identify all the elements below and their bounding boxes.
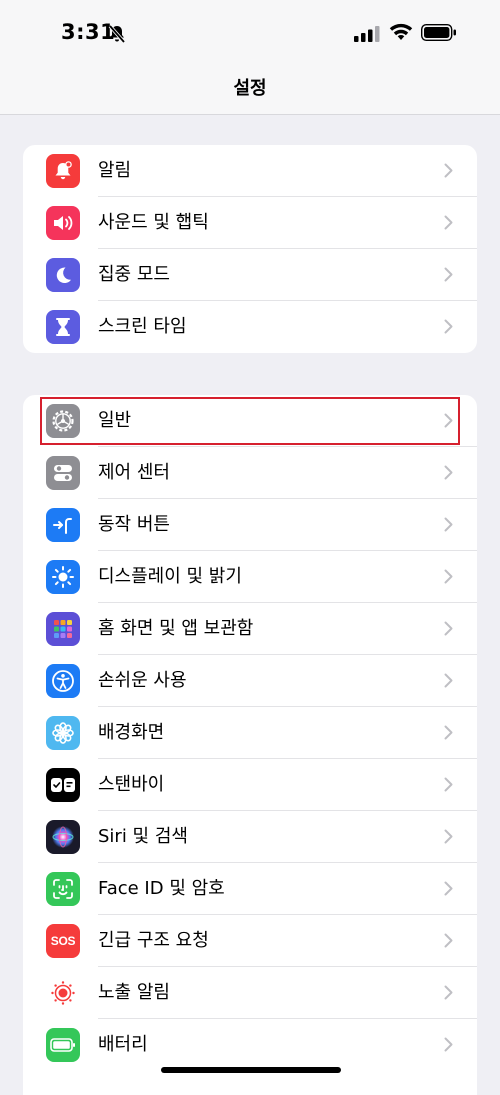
battery-status-icon bbox=[421, 24, 456, 41]
settings-group-notifications: 알림 사운드 및 햅틱 집중 모드 스크린 타임 bbox=[23, 145, 477, 353]
settings-row-accessibility[interactable]: 손쉬운 사용 bbox=[23, 655, 477, 707]
settings-row-wallpaper[interactable]: 배경화면 bbox=[23, 707, 477, 759]
settings-row-label: 일반 bbox=[98, 410, 132, 431]
settings-row-label: 스탠바이 bbox=[98, 774, 165, 795]
settings-row-label: 손쉬운 사용 bbox=[98, 670, 187, 691]
hourglass-icon bbox=[46, 310, 80, 344]
face-id-icon bbox=[46, 872, 80, 906]
flower-icon bbox=[46, 716, 80, 750]
settings-row-label: 동작 버튼 bbox=[98, 514, 170, 535]
settings-row-sounds[interactable]: 사운드 및 햅틱 bbox=[23, 197, 477, 249]
chevron-right-icon bbox=[444, 673, 453, 688]
settings-row-display[interactable]: 디스플레이 및 밝기 bbox=[23, 551, 477, 603]
chevron-right-icon bbox=[444, 163, 453, 178]
standby-icon bbox=[46, 768, 80, 802]
switches-icon bbox=[46, 456, 80, 490]
page-title: 설정 bbox=[233, 78, 267, 99]
settings-row-label: 사운드 및 햅틱 bbox=[98, 212, 209, 233]
settings-row-general[interactable]: 일반 bbox=[23, 395, 477, 447]
settings-row-screen-time[interactable]: 스크린 타임 bbox=[23, 301, 477, 353]
settings-row-label: 긴급 구조 요청 bbox=[98, 930, 209, 951]
chevron-right-icon bbox=[444, 267, 453, 282]
settings-row-siri[interactable]: Siri 및 검색 bbox=[23, 811, 477, 863]
chevron-right-icon bbox=[444, 413, 453, 428]
status-bar: 3:31 bbox=[0, 0, 500, 62]
chevron-right-icon bbox=[444, 881, 453, 896]
settings-row-label: 노출 알림 bbox=[98, 982, 170, 1003]
settings-row-emergency-sos[interactable]: SOS 긴급 구조 요청 bbox=[23, 915, 477, 967]
sos-label: SOS bbox=[50, 934, 76, 948]
settings-row-label: 알림 bbox=[98, 160, 132, 181]
settings-group-general: 일반 제어 센터 동작 버튼 디스플레이 및 밝기 홈 화면 및 앱 보관함 손… bbox=[23, 395, 477, 1095]
settings-row-notifications[interactable]: 알림 bbox=[23, 145, 477, 197]
settings-row-exposure[interactable]: 노출 알림 bbox=[23, 967, 477, 1019]
settings-row-face-id[interactable]: Face ID 및 암호 bbox=[23, 863, 477, 915]
chevron-right-icon bbox=[444, 725, 453, 740]
sun-icon bbox=[46, 560, 80, 594]
chevron-right-icon bbox=[444, 621, 453, 636]
top-bar: 3:31 설정 bbox=[0, 0, 500, 115]
settings-row-label: 배터리 bbox=[98, 1034, 148, 1055]
exposure-icon bbox=[46, 976, 80, 1010]
chevron-right-icon bbox=[444, 777, 453, 792]
battery-icon bbox=[46, 1028, 80, 1062]
chevron-right-icon bbox=[444, 215, 453, 230]
moon-icon bbox=[46, 258, 80, 292]
gear-icon bbox=[46, 404, 80, 438]
settings-row-label: Siri 및 검색 bbox=[98, 826, 188, 847]
accessibility-icon bbox=[46, 664, 80, 698]
chevron-right-icon bbox=[444, 517, 453, 532]
chevron-right-icon bbox=[444, 569, 453, 584]
settings-row-label: 디스플레이 및 밝기 bbox=[98, 566, 242, 587]
settings-row-label: 스크린 타임 bbox=[98, 316, 187, 337]
settings-row-action-button[interactable]: 동작 버튼 bbox=[23, 499, 477, 551]
settings-row-label: 집중 모드 bbox=[98, 264, 170, 285]
settings-row-home-screen[interactable]: 홈 화면 및 앱 보관함 bbox=[23, 603, 477, 655]
chevron-right-icon bbox=[444, 465, 453, 480]
chevron-right-icon bbox=[444, 933, 453, 948]
settings-row-standby[interactable]: 스탠바이 bbox=[23, 759, 477, 811]
sos-icon: SOS bbox=[46, 924, 80, 958]
settings-row-label: 제어 센터 bbox=[98, 462, 170, 483]
siri-icon bbox=[46, 820, 80, 854]
cellular-signal-icon bbox=[354, 26, 380, 42]
wifi-icon bbox=[389, 23, 413, 40]
settings-row-label: Face ID 및 암호 bbox=[98, 878, 225, 899]
settings-row-label: 홈 화면 및 앱 보관함 bbox=[98, 618, 254, 639]
bell-icon bbox=[46, 154, 80, 188]
app-grid-icon bbox=[46, 612, 80, 646]
settings-row-label: 배경화면 bbox=[98, 722, 165, 743]
chevron-right-icon bbox=[444, 1037, 453, 1052]
speaker-icon bbox=[46, 206, 80, 240]
settings-row-focus[interactable]: 집중 모드 bbox=[23, 249, 477, 301]
home-indicator[interactable] bbox=[161, 1067, 341, 1073]
settings-row-battery[interactable]: 배터리 bbox=[23, 1019, 477, 1071]
settings-row-control-center[interactable]: 제어 센터 bbox=[23, 447, 477, 499]
action-button-icon bbox=[46, 508, 80, 542]
chevron-right-icon bbox=[444, 985, 453, 1000]
bell-slash-icon bbox=[108, 24, 126, 44]
chevron-right-icon bbox=[444, 829, 453, 844]
chevron-right-icon bbox=[444, 319, 453, 334]
